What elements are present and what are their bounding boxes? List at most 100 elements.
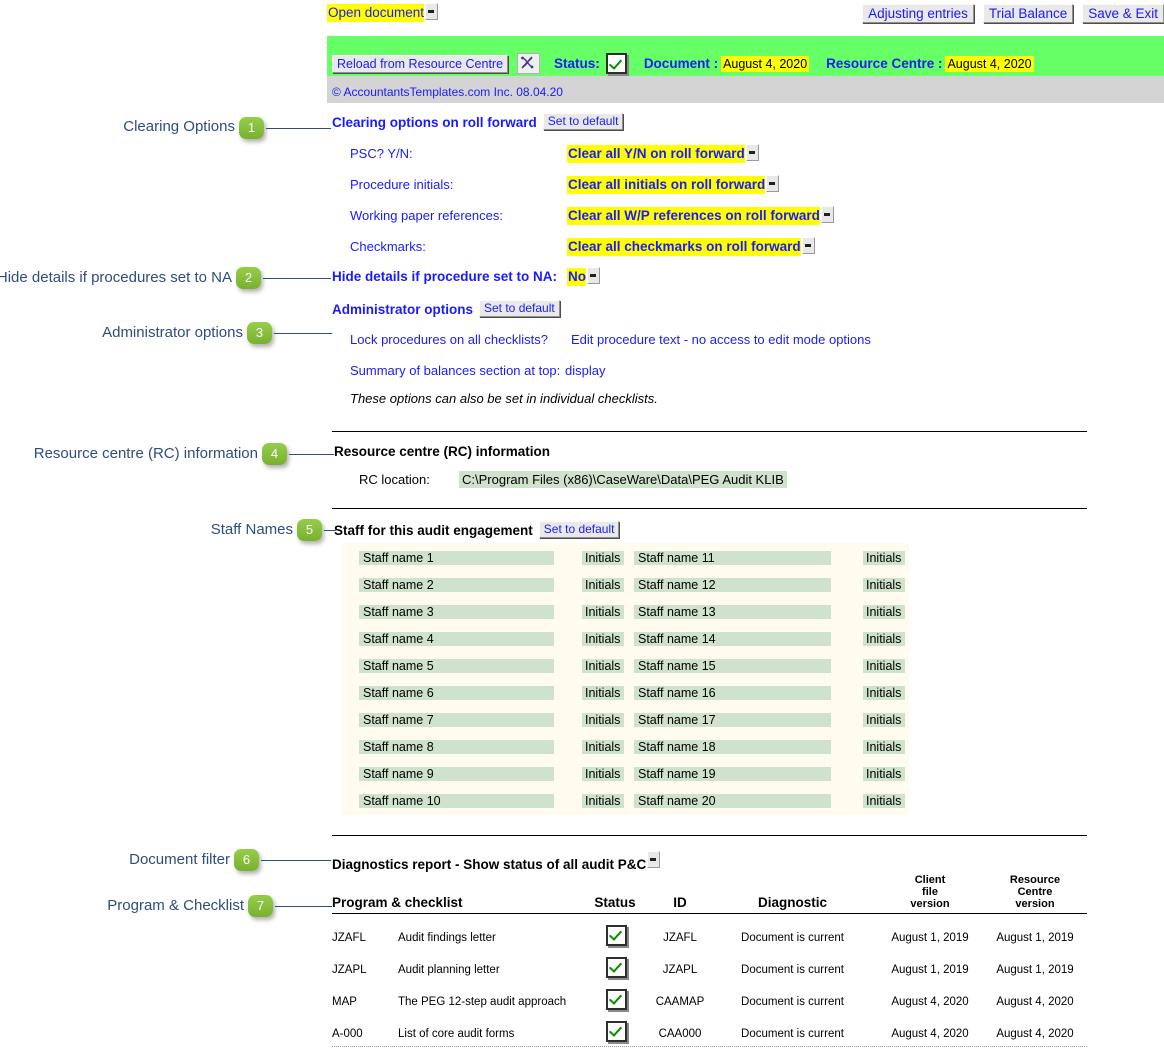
clearing-dropdown-wp[interactable]: Clear all W/P references on roll forward [567, 206, 834, 225]
staff-initials-field[interactable]: Initials [863, 632, 905, 646]
clearing-set-to-default-button[interactable]: Set to default [542, 113, 624, 130]
hide-details-dropdown[interactable]: No [567, 267, 600, 286]
staff-initials-field[interactable]: Initials [863, 659, 905, 673]
diagnostics-header-client-version: Client file version [880, 874, 980, 910]
staff-name-field[interactable]: Staff name 13 [634, 605, 831, 619]
chevron-down-icon[interactable] [587, 267, 600, 284]
administrator-options-heading: Administrator options Set to default [332, 300, 560, 317]
dna-helix-icon[interactable] [517, 53, 541, 74]
status-label: Status: [554, 56, 600, 71]
admin-row-value-summary[interactable]: display [565, 363, 605, 378]
clearing-dropdown-psc[interactable]: Clear all Y/N on roll forward [567, 144, 759, 163]
staff-initials-field[interactable]: Initials [863, 605, 905, 619]
callout-leader-1 [266, 128, 331, 129]
admin-row-value-lock[interactable]: Edit procedure text - no access to edit … [571, 332, 871, 347]
staff-name-field[interactable]: Staff name 14 [634, 632, 831, 646]
client-version-line-1: Client [914, 874, 946, 886]
trial-balance-button[interactable]: Trial Balance [982, 4, 1074, 23]
staff-initials-field[interactable]: Initials [863, 794, 905, 808]
staff-name-field[interactable]: Staff name 12 [634, 578, 831, 592]
staff-name-field[interactable]: Staff name 9 [359, 767, 554, 781]
document-date-value[interactable]: August 4, 2020 [721, 55, 810, 72]
open-document-dropdown[interactable]: Open document [327, 3, 439, 22]
staff-name-field[interactable]: Staff name 5 [359, 659, 554, 673]
chevron-down-icon[interactable] [766, 175, 780, 192]
diagnostics-row-client-version: August 4, 2020 [891, 1028, 969, 1040]
diagnostics-row-client-version: August 1, 2019 [891, 964, 969, 976]
staff-initials-field[interactable]: Initials [863, 713, 905, 727]
copyright-text: © AccountantsTemplates.com Inc. 08.04.20 [332, 85, 563, 99]
chevron-down-icon[interactable] [647, 851, 661, 868]
callout-label-5: Staff Names [210, 521, 293, 538]
admin-row-label-summary: Summary of balances section at top: [350, 363, 561, 378]
rc-version-line-1: Resource [1009, 874, 1061, 886]
staff-initials-field[interactable]: Initials [582, 686, 624, 700]
staff-set-to-default-button[interactable]: Set to default [538, 521, 620, 538]
staff-name-field[interactable]: Staff name 16 [634, 686, 831, 700]
status-checkbox-icon[interactable] [605, 53, 627, 74]
rc-information-heading: Resource centre (RC) information [334, 444, 551, 459]
staff-initials-field[interactable]: Initials [863, 578, 905, 592]
diagnostics-row-rc-version: August 1, 2019 [996, 932, 1074, 944]
diagnostics-filter[interactable]: Diagnostics report - Show status of all … [332, 851, 661, 872]
staff-initials-field[interactable]: Initials [863, 686, 905, 700]
staff-initials-field[interactable]: Initials [582, 605, 624, 619]
staff-initials-field[interactable]: Initials [582, 767, 624, 781]
staff-initials-field[interactable]: Initials [582, 551, 624, 565]
staff-initials-field[interactable]: Initials [863, 767, 905, 781]
staff-initials-field[interactable]: Initials [582, 578, 624, 592]
resource-centre-date-value[interactable]: August 4, 2020 [945, 55, 1034, 72]
staff-initials-field[interactable]: Initials [863, 551, 905, 565]
rc-version-line-2: Centre [1017, 886, 1053, 898]
staff-name-field[interactable]: Staff name 10 [359, 794, 554, 808]
staff-name-field[interactable]: Staff name 6 [359, 686, 554, 700]
staff-initials-field[interactable]: Initials [582, 632, 624, 646]
clearing-value-psc: Clear all Y/N on roll forward [567, 145, 745, 163]
staff-initials-field[interactable]: Initials [582, 794, 624, 808]
diagnostics-row-status-checkbox-icon[interactable] [606, 1021, 627, 1042]
staff-name-field[interactable]: Staff name 4 [359, 632, 554, 646]
chevron-down-icon[interactable] [820, 206, 834, 223]
diagnostics-header-rc-version: Resource Centre version [985, 874, 1085, 910]
staff-name-field[interactable]: Staff name 2 [359, 578, 554, 592]
diagnostics-row-id: CAA000 [658, 1028, 702, 1040]
admin-set-to-default-button[interactable]: Set to default [479, 300, 560, 317]
staff-name-field[interactable]: Staff name 20 [634, 794, 831, 808]
staff-name-field[interactable]: Staff name 17 [634, 713, 831, 727]
diagnostics-row-status-checkbox-icon[interactable] [606, 925, 627, 946]
staff-name-field[interactable]: Staff name 7 [359, 713, 554, 727]
chevron-down-icon[interactable] [745, 144, 759, 161]
diagnostics-row-name: Audit findings letter [398, 932, 496, 944]
save-exit-button[interactable]: Save & Exit [1082, 4, 1164, 23]
callout-leader-7 [275, 906, 332, 907]
chevron-down-icon[interactable] [801, 237, 815, 254]
diagnostics-row-code: MAP [332, 996, 357, 1008]
staff-name-field[interactable]: Staff name 15 [634, 659, 831, 673]
staff-initials-field[interactable]: Initials [582, 713, 624, 727]
staff-name-field[interactable]: Staff name 11 [634, 551, 831, 565]
staff-name-field[interactable]: Staff name 8 [359, 740, 554, 754]
staff-initials-field[interactable]: Initials [582, 659, 624, 673]
staff-initials-field[interactable]: Initials [582, 740, 624, 754]
staff-name-field[interactable]: Staff name 18 [634, 740, 831, 754]
divider-rc-bottom [332, 508, 1087, 509]
diagnostics-row-status-checkbox-icon[interactable] [606, 989, 627, 1010]
clearing-value-wp: Clear all W/P references on roll forward [567, 207, 820, 225]
staff-heading: Staff for this audit engagement Set to de… [334, 521, 620, 538]
diagnostics-row-status-checkbox-icon[interactable] [606, 957, 627, 978]
callout-badge-2: 2 [236, 267, 261, 289]
reload-from-resource-centre-button[interactable]: Reload from Resource Centre [332, 54, 509, 73]
chevron-down-icon[interactable] [425, 3, 439, 20]
staff-initials-field[interactable]: Initials [863, 740, 905, 754]
divider-rc-top [332, 431, 1087, 432]
staff-name-field[interactable]: Staff name 19 [634, 767, 831, 781]
client-version-line-2: file [922, 886, 938, 898]
staff-name-field[interactable]: Staff name 1 [359, 551, 554, 565]
diagnostics-row-name: The PEG 12-step audit approach [398, 996, 567, 1008]
rc-location-value[interactable]: C:\Program Files (x86)\CaseWare\Data\PEG… [459, 471, 787, 488]
clearing-dropdown-checkmarks[interactable]: Clear all checkmarks on roll forward [567, 237, 815, 256]
adjusting-entries-button[interactable]: Adjusting entries [862, 4, 974, 23]
rc-location-label: RC location: [359, 472, 430, 487]
staff-name-field[interactable]: Staff name 3 [359, 605, 554, 619]
clearing-dropdown-initials[interactable]: Clear all initials on roll forward [567, 175, 780, 194]
